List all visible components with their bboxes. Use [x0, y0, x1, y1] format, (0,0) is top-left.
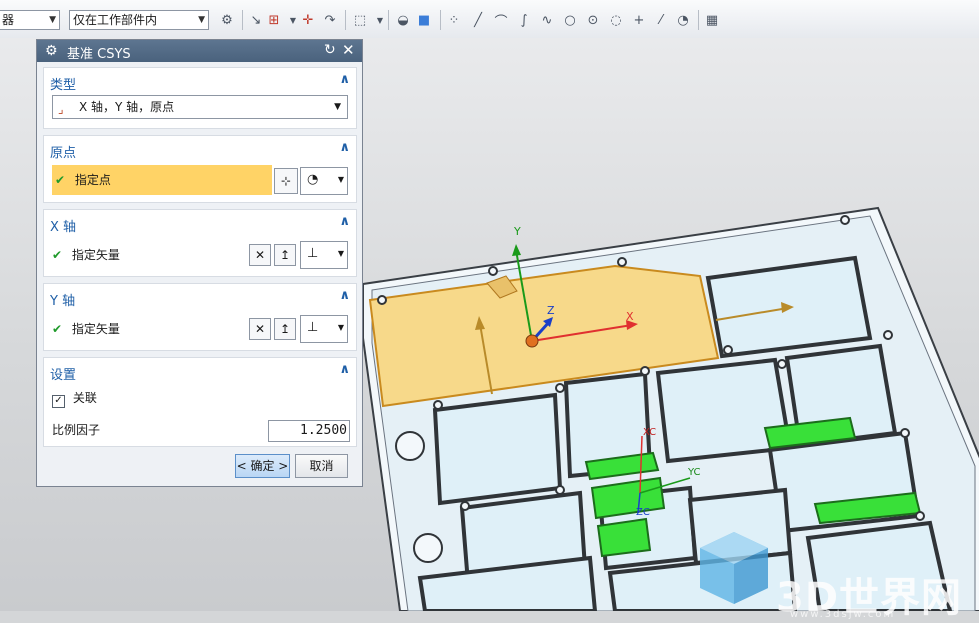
cube-icon[interactable]: ■: [416, 12, 432, 28]
vector-dialog-button[interactable]: ↥: [274, 318, 296, 340]
slash-icon[interactable]: ⁄: [653, 12, 669, 28]
chevron-down-icon: ▼: [198, 15, 205, 25]
toolbar-divider: [698, 10, 699, 30]
points-icon[interactable]: ⁘: [446, 12, 462, 28]
plus-icon[interactable]: +: [631, 12, 647, 28]
toolbar-divider: [345, 10, 346, 30]
check-icon: ✔: [55, 173, 66, 187]
chevron-down-icon[interactable]: ▼: [372, 12, 388, 28]
vector-type-icon: ⊥: [307, 246, 319, 261]
snap-icon[interactable]: ✛: [300, 12, 316, 28]
checkbox-checked-icon[interactable]: ✓: [52, 395, 65, 408]
circle-point-icon[interactable]: ⊙: [585, 12, 601, 28]
chevron-down-icon: ▼: [337, 249, 344, 258]
x-axis-section-header[interactable]: X 轴: [50, 216, 76, 235]
chevron-down-icon[interactable]: ▼: [285, 12, 301, 28]
x-specify-vector-label: 指定矢量: [71, 248, 120, 262]
vector-dialog-button[interactable]: ↥: [274, 244, 296, 266]
cancel-button[interactable]: 取消: [295, 454, 348, 478]
csys-type-value: X 轴，Y 轴，原点: [79, 100, 175, 114]
snap-point-icon[interactable]: ↘: [248, 12, 264, 28]
gear-icon[interactable]: ⚙: [45, 43, 58, 59]
type-section-header[interactable]: 类型: [50, 74, 76, 93]
datum-csys-dialog: ⚙ 基准 CSYS ↻ ✕ 类型 ∧ ⌟ X 轴，Y 轴，原点 ▼ 原点 ∧ ✔…: [36, 39, 363, 487]
selection-filter-combo[interactable]: 器 ▼: [0, 10, 60, 30]
chevron-down-icon: ▼: [49, 15, 56, 25]
selection-scope-value: 仅在工作部件内: [73, 13, 158, 27]
reset-icon[interactable]: ↻: [324, 42, 336, 58]
origin-section-header[interactable]: 原点: [50, 142, 76, 161]
top-toolbar: 器 ▼ 仅在工作部件内 ▼ ⚙ ↘ ⊞ ▼ ✛ ↷ ⬚ ▼ ◒ ■ ⁘ ╱ ⌒ …: [0, 0, 979, 39]
selection-scope-combo[interactable]: 仅在工作部件内 ▼: [69, 10, 209, 30]
grid-icon[interactable]: ▦: [704, 12, 720, 28]
circle-icon[interactable]: ◌: [608, 12, 624, 28]
vector-type-icon: ⊥: [307, 320, 319, 335]
collapse-icon[interactable]: ∧: [339, 288, 350, 303]
chevron-down-icon: ▼: [334, 102, 341, 112]
check-icon: ✔: [52, 248, 63, 262]
yc-axis-label: YC: [687, 467, 701, 478]
y-axis-section: Y 轴 ∧ ✔ 指定矢量 ✕ ↥ ⊥ ▼: [43, 283, 357, 351]
xc-axis-label: XC: [643, 427, 656, 438]
x-axis-label: X: [626, 310, 634, 323]
toolbar-divider: [242, 10, 243, 30]
tangent-icon[interactable]: ↷: [322, 12, 338, 28]
line-icon[interactable]: ╱: [470, 12, 486, 28]
type-section: 类型 ∧ ⌟ X 轴，Y 轴，原点 ▼: [43, 67, 357, 129]
tangent-icon[interactable]: ◔: [675, 12, 691, 28]
reverse-direction-button[interactable]: ✕: [249, 318, 271, 340]
select-icon[interactable]: ⚙: [219, 12, 235, 28]
collapse-icon[interactable]: ∧: [339, 214, 350, 229]
circle-icon[interactable]: ○: [562, 12, 578, 28]
curve-icon[interactable]: ⌒: [493, 12, 509, 30]
z-axis-label: Z: [547, 304, 555, 317]
y-specify-vector-label: 指定矢量: [71, 322, 120, 336]
point-type-combo[interactable]: ◔ ▼: [300, 167, 348, 195]
specify-point-row[interactable]: ✔ 指定点: [52, 165, 272, 195]
scale-factor-input[interactable]: 1.2500: [268, 420, 350, 442]
collapse-icon[interactable]: ∧: [339, 72, 350, 87]
collapse-icon[interactable]: ∧: [339, 362, 350, 377]
associative-label: 关联: [72, 391, 97, 405]
specify-point-label: 指定点: [74, 173, 111, 187]
chevron-down-icon: ▼: [337, 175, 344, 184]
y-vector-type-combo[interactable]: ⊥ ▼: [300, 315, 348, 343]
point-dialog-button[interactable]: ⊹: [274, 168, 298, 194]
spline-icon[interactable]: ∫: [516, 12, 532, 28]
x-vector-type-combo[interactable]: ⊥ ▼: [300, 241, 348, 269]
scale-factor-label: 比例因子: [52, 423, 101, 437]
y-axis-label: Y: [513, 225, 521, 238]
check-icon: ✔: [52, 322, 63, 336]
point-type-icon: ◔: [307, 172, 319, 187]
box-select-icon[interactable]: ⬚: [352, 12, 368, 28]
origin-section: 原点 ∧ ✔ 指定点 ⊹ ◔ ▼: [43, 135, 357, 203]
render-icon[interactable]: ◒: [395, 12, 411, 28]
reverse-direction-button[interactable]: ✕: [249, 244, 271, 266]
toolbar-divider: [388, 10, 389, 30]
close-icon[interactable]: ✕: [342, 41, 355, 59]
ok-button[interactable]: < 确定 >: [235, 454, 290, 478]
x-axis-section: X 轴 ∧ ✔ 指定矢量 ✕ ↥ ⊥ ▼: [43, 209, 357, 277]
collapse-icon[interactable]: ∧: [339, 140, 350, 155]
move-icon[interactable]: ⊞: [266, 12, 282, 28]
settings-section: 设置 ∧ ✓ 关联 比例因子 1.2500: [43, 357, 357, 447]
x-specify-vector-row[interactable]: ✔ 指定矢量: [52, 243, 120, 267]
chevron-down-icon: ▼: [337, 323, 344, 332]
y-specify-vector-row[interactable]: ✔ 指定矢量: [52, 317, 120, 341]
arc-icon[interactable]: ∿: [539, 12, 555, 28]
settings-section-header[interactable]: 设置: [50, 364, 76, 383]
toolbar-divider: [440, 10, 441, 30]
xy-axis-origin-icon: ⌟: [58, 102, 64, 116]
selection-filter-value: 器: [2, 13, 15, 27]
zc-axis-label: ZC: [636, 507, 650, 518]
csys-type-dropdown[interactable]: ⌟ X 轴，Y 轴，原点 ▼: [52, 95, 348, 119]
dialog-title: 基准 CSYS: [67, 47, 131, 62]
associative-checkbox[interactable]: ✓ 关联: [52, 386, 97, 410]
dialog-title-bar[interactable]: ⚙ 基准 CSYS ↻ ✕: [37, 40, 362, 62]
y-axis-section-header[interactable]: Y 轴: [50, 290, 75, 309]
